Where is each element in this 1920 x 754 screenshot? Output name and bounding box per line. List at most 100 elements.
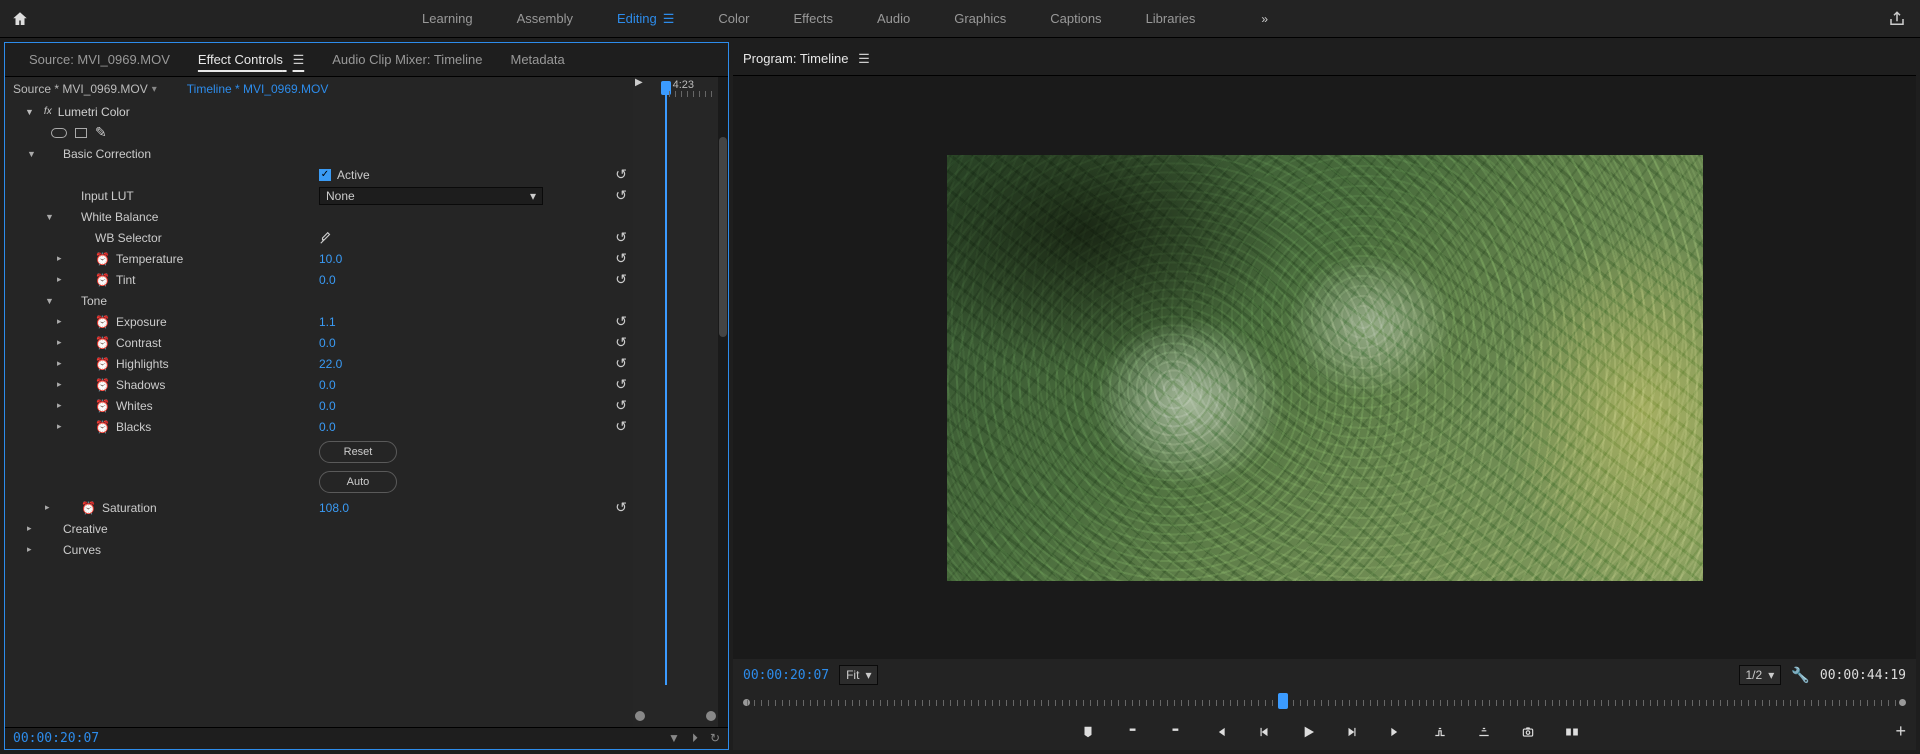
range-end-handle[interactable] xyxy=(706,711,716,721)
workspace-assembly[interactable]: Assembly xyxy=(495,0,595,38)
workspace-editing[interactable]: Editing ☰ xyxy=(595,0,696,38)
twirl-right-icon[interactable]: ▸ xyxy=(45,502,50,513)
workspace-overflow-button[interactable]: » xyxy=(1247,12,1282,26)
contrast-value[interactable]: 0.0 xyxy=(319,336,336,350)
program-tab[interactable]: Program: Timeline ☰ xyxy=(743,51,870,67)
effect-controls-timeline[interactable]: ▶ 4:23 xyxy=(633,77,718,727)
stopwatch-icon[interactable]: ⏰ xyxy=(95,420,110,434)
twirl-right-icon[interactable]: ▸ xyxy=(57,400,62,411)
stopwatch-icon[interactable]: ⏰ xyxy=(95,273,110,287)
panel-menu-icon[interactable]: ☰ xyxy=(293,52,305,67)
eyedropper-icon[interactable] xyxy=(319,231,333,245)
tab-metadata[interactable]: Metadata xyxy=(497,52,579,67)
lift-button[interactable] xyxy=(1429,725,1451,739)
twirl-right-icon[interactable]: ▸ xyxy=(57,379,62,390)
tab-effect-controls[interactable]: Effect Controls ☰ xyxy=(184,52,318,68)
section-white-balance[interactable]: ▼ White Balance xyxy=(5,206,633,227)
temperature-value[interactable]: 10.0 xyxy=(319,252,342,266)
exposure-value[interactable]: 1.1 xyxy=(319,315,336,329)
effect-lumetri-header[interactable]: ▼ fx Lumetri Color ↺ xyxy=(5,101,633,122)
reset-icon[interactable]: ↺ xyxy=(615,187,627,204)
stopwatch-icon[interactable]: ⏰ xyxy=(95,336,110,350)
play-button[interactable] xyxy=(1297,724,1319,740)
section-basic-correction[interactable]: ▼ Basic Correction xyxy=(5,143,633,164)
reset-button[interactable]: Reset xyxy=(319,441,397,463)
scrub-end[interactable] xyxy=(1899,699,1906,706)
workspace-menu-icon[interactable]: ☰ xyxy=(663,11,675,27)
reset-icon[interactable]: ↺ xyxy=(615,334,627,351)
export-frame-button[interactable] xyxy=(1517,725,1539,739)
twirl-right-icon[interactable]: ▸ xyxy=(57,253,62,264)
mark-in-button[interactable] xyxy=(1121,724,1143,740)
saturation-value[interactable]: 108.0 xyxy=(319,501,349,515)
workspace-libraries[interactable]: Libraries xyxy=(1124,0,1218,38)
twirl-right-icon[interactable]: ▸ xyxy=(57,274,62,285)
twirl-down-icon[interactable]: ▼ xyxy=(27,149,36,159)
filter-icon[interactable]: ▼ xyxy=(668,731,680,746)
go-to-out-button[interactable] xyxy=(1385,725,1407,739)
workspace-audio[interactable]: Audio xyxy=(855,0,932,38)
reset-icon[interactable]: ↺ xyxy=(615,397,627,414)
twirl-right-icon[interactable]: ▸ xyxy=(57,358,62,369)
program-monitor-viewport[interactable] xyxy=(733,76,1916,659)
highlights-value[interactable]: 22.0 xyxy=(319,357,342,371)
fx-badge[interactable]: fx xyxy=(44,106,52,117)
pen-mask-icon[interactable]: ✎ xyxy=(95,124,107,141)
twirl-right-icon[interactable]: ▸ xyxy=(57,316,62,327)
range-start-handle[interactable] xyxy=(635,711,645,721)
comparison-view-button[interactable] xyxy=(1561,725,1583,739)
settings-icon[interactable]: 🔧 xyxy=(1791,666,1810,684)
button-editor-plus[interactable]: + xyxy=(1895,721,1906,742)
ellipse-mask-icon[interactable] xyxy=(51,128,67,138)
home-button[interactable] xyxy=(0,0,40,38)
blacks-value[interactable]: 0.0 xyxy=(319,420,336,434)
mini-timeline-ruler[interactable]: ▶ 4:23 xyxy=(633,77,718,101)
workspace-effects[interactable]: Effects xyxy=(771,0,855,38)
step-forward-button[interactable] xyxy=(1341,725,1363,739)
section-curves[interactable]: ▸ Curves xyxy=(5,539,633,560)
twirl-down-icon[interactable]: ▼ xyxy=(25,107,34,117)
program-scrubber[interactable] xyxy=(743,691,1906,715)
scrub-track[interactable] xyxy=(747,700,1902,706)
workspace-graphics[interactable]: Graphics xyxy=(932,0,1028,38)
twirl-right-icon[interactable]: ▸ xyxy=(27,523,32,534)
input-lut-dropdown[interactable]: None ▾ xyxy=(319,187,543,205)
panel-menu-icon[interactable]: ☰ xyxy=(858,51,870,66)
reset-icon[interactable]: ↺ xyxy=(615,166,627,183)
twirl-down-icon[interactable]: ▼ xyxy=(45,212,54,222)
reset-icon[interactable]: ↺ xyxy=(615,250,627,267)
reset-icon[interactable]: ↺ xyxy=(615,313,627,330)
rectangle-mask-icon[interactable] xyxy=(75,128,87,138)
footer-timecode[interactable]: 00:00:20:07 xyxy=(13,731,99,746)
scrub-playhead[interactable] xyxy=(1278,693,1288,709)
step-back-button[interactable] xyxy=(1253,725,1275,739)
current-timecode[interactable]: 00:00:20:07 xyxy=(743,668,829,683)
auto-button[interactable]: Auto xyxy=(319,471,397,493)
scroll-thumb[interactable] xyxy=(719,137,727,337)
stopwatch-icon[interactable]: ⏰ xyxy=(95,315,110,329)
section-creative[interactable]: ▸ Creative xyxy=(5,518,633,539)
loop-icon[interactable]: ↻ xyxy=(710,731,720,746)
mark-out-button[interactable] xyxy=(1165,724,1187,740)
whites-value[interactable]: 0.0 xyxy=(319,399,336,413)
workspace-captions[interactable]: Captions xyxy=(1028,0,1123,38)
stopwatch-icon[interactable]: ⏰ xyxy=(81,501,96,515)
workspace-color[interactable]: Color xyxy=(696,0,771,38)
reset-icon[interactable]: ↺ xyxy=(615,499,627,516)
reset-icon[interactable]: ↺ xyxy=(615,376,627,393)
stopwatch-icon[interactable]: ⏰ xyxy=(95,378,110,392)
resolution-select[interactable]: 1/2 ▾ xyxy=(1739,665,1782,685)
reset-icon[interactable]: ↺ xyxy=(615,271,627,288)
stopwatch-icon[interactable]: ⏰ xyxy=(95,399,110,413)
go-to-in-button[interactable] xyxy=(1209,725,1231,739)
shadows-value[interactable]: 0.0 xyxy=(319,378,336,392)
stopwatch-icon[interactable]: ⏰ xyxy=(95,252,110,266)
active-checkbox[interactable]: ✓ xyxy=(319,169,331,181)
tab-audio-mixer[interactable]: Audio Clip Mixer: Timeline xyxy=(318,52,496,67)
extract-button[interactable] xyxy=(1473,725,1495,739)
reset-icon[interactable]: ↺ xyxy=(615,418,627,435)
twirl-right-icon[interactable]: ▸ xyxy=(27,544,32,555)
reset-icon[interactable]: ↺ xyxy=(615,229,627,246)
share-icon[interactable] xyxy=(1888,10,1906,28)
workspace-learning[interactable]: Learning xyxy=(400,0,495,38)
